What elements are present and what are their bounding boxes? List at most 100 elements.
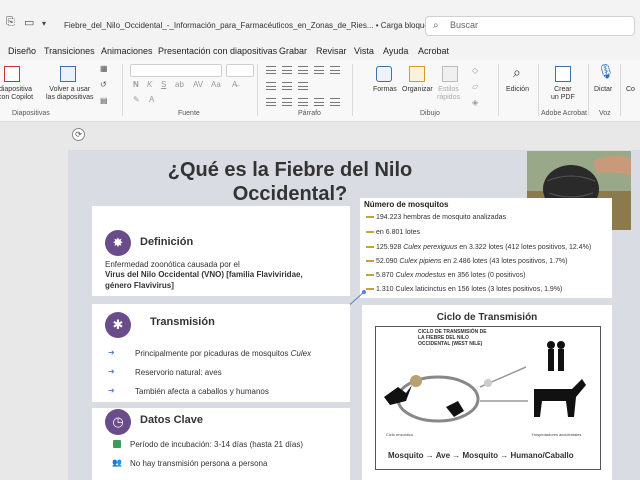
align-center-icon[interactable] [282, 98, 292, 106]
editing-button[interactable]: Edición [506, 86, 529, 94]
reuse-slides-icon[interactable] [60, 66, 76, 82]
calendar-icon [113, 440, 121, 448]
menu-animations[interactable]: Animaciones [101, 46, 153, 56]
font-size-input[interactable] [226, 64, 254, 77]
numbering-icon[interactable] [282, 66, 292, 74]
search-input[interactable] [450, 20, 620, 30]
mosquito-count-row: en 6.801 lotes [366, 229, 420, 236]
decrease-indent-icon[interactable] [298, 66, 308, 74]
key-data-item-1: Período de incubación: 3-14 días (hasta … [130, 440, 303, 449]
group-voice-label: Voz [599, 110, 611, 117]
mosquito-count-row: 125.928 Culex perexiguus en 3.322 lotes … [366, 244, 591, 251]
arrow-right-icon: ➜ [108, 386, 115, 395]
ribbon-separator [620, 64, 621, 116]
ribbon: diapositiva con Copilot Volver a usar la… [0, 60, 640, 122]
cycle-title: Ciclo de Transmisión [436, 312, 538, 323]
find-icon[interactable]: ⌕ [513, 64, 529, 80]
definition-heading: Definición [140, 236, 194, 248]
arrange-icon[interactable] [409, 66, 425, 82]
char-spacing-icon[interactable]: AV [193, 80, 203, 89]
font-name-input[interactable] [130, 64, 222, 77]
reuse-slides-button[interactable]: Volver a usar las diapositivas [46, 86, 93, 102]
underline-icon[interactable]: S [161, 80, 166, 89]
ribbon-separator [352, 64, 353, 116]
menu-help[interactable]: Ayuda [383, 46, 408, 56]
cycle-diagram[interactable] [375, 326, 601, 470]
italic-icon[interactable]: K [147, 80, 152, 89]
key-data-heading: Datos Clave [140, 414, 203, 426]
menu-design[interactable]: Diseño [8, 46, 36, 56]
menu-record[interactable]: Grabar [279, 46, 307, 56]
more-button[interactable]: Co [626, 86, 635, 94]
reset-icon[interactable]: ↺ [100, 80, 116, 96]
font-color-icon[interactable]: A [149, 95, 154, 104]
ribbon-separator [498, 64, 499, 116]
people-icon: 👥 [112, 458, 122, 467]
clock-icon: ◷ [105, 409, 131, 435]
align-right-icon[interactable] [298, 98, 308, 106]
menu-transitions[interactable]: Transiciones [44, 46, 95, 56]
transmission-item-1: Principalmente por picaduras de mosquito… [135, 349, 312, 358]
arrange-button[interactable]: Organizar [402, 86, 433, 94]
bug-icon: ✱ [105, 312, 131, 338]
menu-view[interactable]: Vista [354, 46, 374, 56]
menu-bar: Diseño Transiciones Animaciones Presenta… [0, 44, 640, 60]
presenter-icon[interactable]: ▭ [24, 16, 34, 29]
text-direction-icon[interactable] [266, 82, 276, 90]
menu-acrobat[interactable]: Acrobat [418, 46, 449, 56]
strikethrough-icon[interactable]: ab [175, 80, 184, 89]
virus-icon: ✸ [105, 230, 131, 256]
layout-icon[interactable]: ▦ [100, 64, 116, 80]
shapes-icon[interactable] [376, 66, 392, 82]
justify-icon[interactable] [314, 98, 324, 106]
bold-icon[interactable]: N [133, 80, 139, 89]
enzootic-cycle-label: Ciclo enzoótico [386, 432, 414, 437]
columns-icon[interactable] [330, 98, 340, 106]
copilot-icon[interactable]: ⟳ [72, 128, 85, 141]
bullets-icon[interactable] [266, 66, 276, 74]
line-spacing-icon[interactable] [330, 66, 340, 74]
new-slide-copilot-button[interactable]: diapositiva con Copilot [0, 86, 33, 102]
create-pdf-icon[interactable] [555, 66, 571, 82]
document-title[interactable]: Fiebre_del_Nilo_Occidental_-_Información… [64, 21, 442, 30]
create-pdf-button[interactable]: Crear un PDF [551, 86, 575, 102]
customize-toolbar-icon[interactable]: ▾ [42, 19, 46, 28]
group-paragraph-label: Párrafo [298, 110, 321, 117]
bullet-bar-icon [366, 274, 374, 277]
title-bar: ⎘ ▭ ▾ Fiebre_del_Nilo_Occidental_-_Infor… [0, 0, 640, 44]
save-icon[interactable]: ⎘ [6, 16, 15, 29]
quick-styles-button[interactable]: Estilos rápidos [437, 86, 460, 102]
mosquito-count-row: 52.090 Culex pipiens en 2.486 lotes (43 … [366, 258, 567, 265]
align-left-icon[interactable] [266, 98, 276, 106]
cycle-flow-text: Mosquito → Ave → Mosquito → Humano/Cabal… [388, 451, 574, 460]
dictate-button[interactable]: Dictar [594, 86, 612, 94]
diagram-title: CICLO DE TRANSMISIÓN DE LA FIEBRE DEL NI… [418, 329, 487, 347]
transmission-item-2: Reservorio natural: aves [135, 368, 222, 377]
quick-styles-icon[interactable] [442, 66, 458, 82]
shape-fill-icon[interactable]: ◇ [472, 66, 478, 75]
search-box[interactable]: ⌕ [425, 16, 635, 36]
group-acrobat-label: Adobe Acrobat [541, 110, 587, 117]
menu-review[interactable]: Revisar [316, 46, 347, 56]
increase-indent-icon[interactable] [314, 66, 324, 74]
search-icon: ⌕ [433, 20, 439, 31]
shape-effects-icon[interactable]: ◈ [472, 98, 478, 107]
microphone-icon[interactable]: 🎙 [597, 63, 615, 79]
highlight-icon[interactable]: ✎ [133, 95, 140, 104]
align-text-icon[interactable] [282, 82, 292, 90]
shape-outline-icon[interactable]: ▱ [472, 82, 478, 91]
mosquito-count-row: 194.223 hembras de mosquito analizadas [366, 214, 506, 221]
definition-line-1: Enfermedad zoonótica causada por el [105, 260, 240, 269]
arrow-right-icon: ➜ [108, 367, 115, 376]
new-slide-icon[interactable] [4, 66, 20, 82]
clear-format-icon[interactable]: A̶ [232, 80, 237, 89]
smartart-icon[interactable] [298, 82, 308, 90]
definition-line-2: Virus del Nilo Occidental (VNO) [familia… [105, 270, 303, 279]
menu-slideshow[interactable]: Presentación con diapositivas [158, 46, 277, 56]
bullet-bar-icon [366, 246, 374, 249]
ribbon-separator [122, 64, 123, 116]
section-icon[interactable]: ▤ [100, 96, 116, 112]
change-case-icon[interactable]: Aa [211, 80, 221, 89]
arrow-right-icon: ➜ [108, 348, 115, 357]
shapes-button[interactable]: Formas [373, 86, 397, 94]
